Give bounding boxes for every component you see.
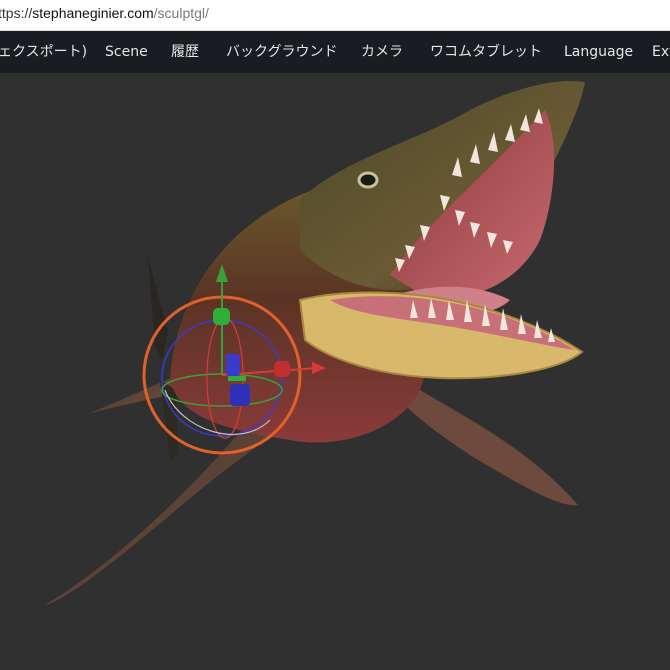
y-axis-handle[interactable]	[213, 308, 230, 325]
menu-item-export[interactable]: ェクスポート)	[0, 31, 87, 73]
menu-item-language[interactable]: Language	[564, 31, 633, 73]
creature-eye	[357, 171, 379, 189]
z-axis-handle[interactable]	[226, 354, 240, 376]
right-front-flipper	[405, 390, 578, 506]
menu-item-camera[interactable]: カメラ	[361, 31, 403, 73]
scene-canvas[interactable]	[0, 73, 670, 670]
menu-item-background[interactable]: バックグラウンド	[226, 31, 337, 73]
x-axis-handle[interactable]	[274, 361, 290, 377]
menu-item-extra[interactable]: Ext	[652, 31, 670, 73]
menu-item-wacom-tablet[interactable]: ワコムタブレット	[430, 31, 542, 73]
url-text[interactable]: ttps://stephaneginier.com/sculptgl/	[0, 5, 209, 21]
center-handle[interactable]	[228, 376, 246, 381]
left-rear-flipper	[45, 420, 280, 605]
menu-bar: ェクスポート) Scene 履歴 バックグラウンド カメラ ワコムタブレット L…	[0, 31, 670, 73]
url-prefix: ttps://	[0, 5, 33, 21]
z-axis-handle-lower[interactable]	[230, 384, 250, 406]
url-path: /sculptgl/	[153, 5, 209, 21]
url-host: stephaneginier.com	[32, 5, 154, 21]
menu-item-history[interactable]: 履歴	[171, 31, 199, 73]
menu-item-scene[interactable]: Scene	[105, 31, 148, 73]
address-bar[interactable]: ttps://stephaneginier.com/sculptgl/	[0, 0, 670, 31]
3d-viewport[interactable]	[0, 73, 670, 670]
